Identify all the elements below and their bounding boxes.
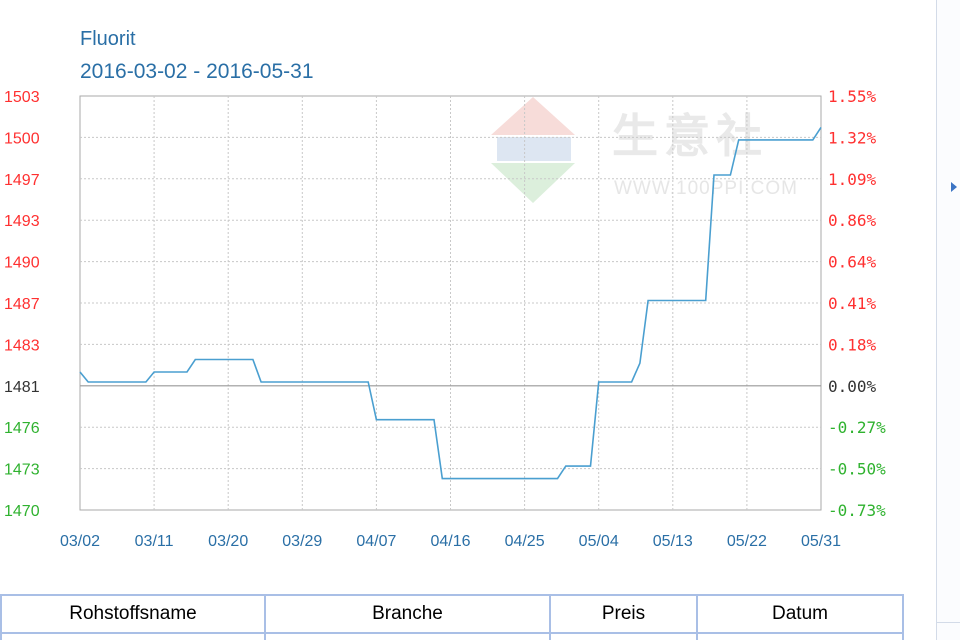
y-tick-label-right: 0.86% xyxy=(828,211,877,230)
y-tick-label-left: 1487 xyxy=(4,296,40,313)
y-tick-label-left: 1497 xyxy=(4,172,40,189)
y-tick-label-left: 1473 xyxy=(4,462,40,479)
x-tick-label: 05/13 xyxy=(653,533,693,550)
y-tick-label-right: 1.32% xyxy=(828,128,877,147)
y-tick-label-left: 1500 xyxy=(4,130,40,147)
page: Fluorit 2016-03-02 - 2016-05-31 生意社 WWW.… xyxy=(0,0,960,640)
y-tick-label-left: 1490 xyxy=(4,255,40,272)
y-tick-label-right: -0.27% xyxy=(828,418,886,437)
header-rohstoffsname: Rohstoffsname xyxy=(1,595,265,633)
x-tick-label: 03/11 xyxy=(135,533,174,550)
x-tick-label: 03/02 xyxy=(60,533,100,550)
x-tick-label: 03/20 xyxy=(208,533,248,550)
y-tick-label-left: 1483 xyxy=(4,337,40,354)
header-preis: Preis xyxy=(550,595,697,633)
divider xyxy=(937,622,960,623)
y-tick-label-left: 1503 xyxy=(4,89,40,106)
x-tick-label: 03/29 xyxy=(282,533,322,550)
x-tick-label: 05/22 xyxy=(727,533,767,550)
x-tick-label: 04/16 xyxy=(430,533,470,550)
table-header-row: Rohstoffsname Branche Preis Datum xyxy=(1,595,903,633)
x-tick-label: 04/25 xyxy=(505,533,545,550)
y-tick-label-right: 0.00% xyxy=(828,377,877,396)
x-tick-label: 05/04 xyxy=(579,533,619,550)
header-branche: Branche xyxy=(265,595,550,633)
x-tick-label: 05/31 xyxy=(801,533,841,550)
y-tick-label-right: -0.50% xyxy=(828,460,886,479)
table-row xyxy=(1,633,903,640)
y-tick-label-right: 0.64% xyxy=(828,253,877,272)
y-tick-label-right: 0.18% xyxy=(828,335,877,354)
side-panel xyxy=(936,0,960,640)
x-tick-label: 04/07 xyxy=(356,533,396,550)
header-datum: Datum xyxy=(697,595,903,633)
y-tick-label-right: 0.41% xyxy=(828,294,877,313)
y-tick-label-right: -0.73% xyxy=(828,501,886,520)
y-tick-label-left: 1481 xyxy=(4,379,40,396)
commodity-table: Rohstoffsname Branche Preis Datum xyxy=(0,594,904,640)
expand-arrow-icon[interactable] xyxy=(951,182,957,192)
y-tick-label-right: 1.09% xyxy=(828,170,877,189)
y-tick-label-left: 1470 xyxy=(4,503,40,520)
y-tick-label-right: 1.55% xyxy=(828,87,877,106)
y-tick-label-left: 1476 xyxy=(4,420,40,437)
line-chart: 1503 1.55% 1500 1.32% 1497 1.09% 1493 0.86% 1490… xyxy=(0,0,960,640)
y-tick-label-left: 1493 xyxy=(4,213,40,230)
